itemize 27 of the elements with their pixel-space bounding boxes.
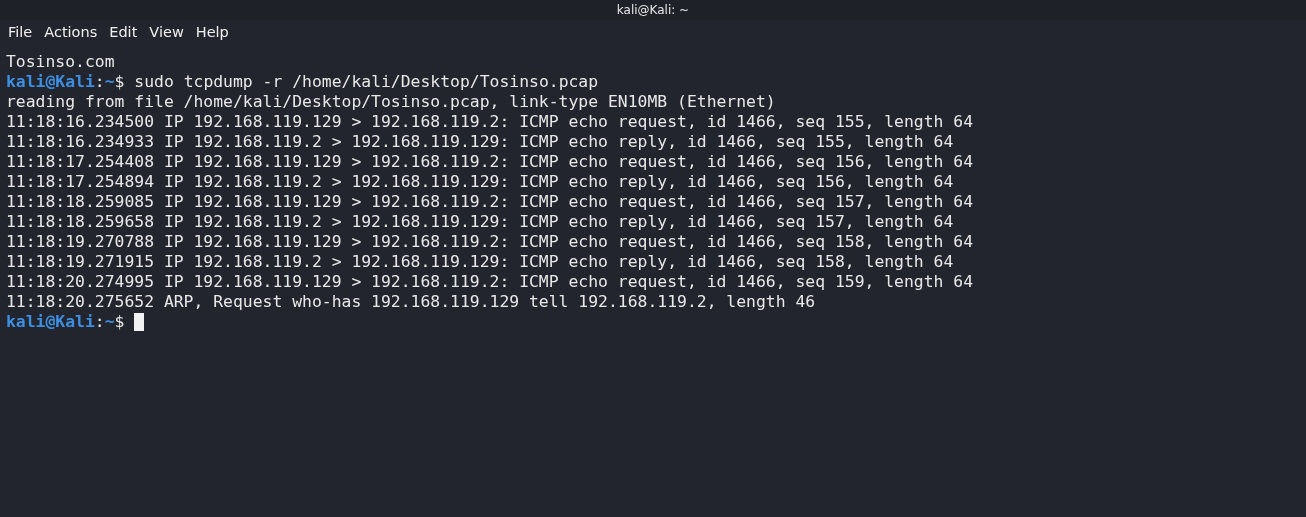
- output-line: 11:18:18.259085 IP 192.168.119.129 > 192.168.119.2: ICMP echo request, id 1466, seq 157, length 64: [6, 192, 974, 212]
- prompt-separator: :: [94, 312, 105, 332]
- output-line: 11:18:20.274995 IP 192.168.119.129 > 192.168.119.2: ICMP echo request, id 1466, seq 159, length 64: [6, 272, 974, 292]
- output-line: 11:18:19.271915 IP 192.168.119.2 > 192.168.119.129: ICMP echo reply, id 1466, seq 158, length 64: [6, 252, 954, 272]
- menu-item[interactable]: Help: [189, 24, 235, 40]
- prompt-user: kali@Kali: [6, 312, 95, 332]
- prompt-separator: :: [94, 72, 105, 92]
- output-line: 11:18:19.270788 IP 192.168.119.129 > 192.168.119.2: ICMP echo request, id 1466, seq 158, length 64: [6, 232, 974, 252]
- output-line: 11:18:17.254894 IP 192.168.119.2 > 192.168.119.129: ICMP echo reply, id 1466, seq 156, length 64: [6, 172, 954, 192]
- menu-item[interactable]: View: [143, 24, 190, 40]
- command-text: sudo tcpdump -r /home/kali/Desktop/Tosinso.pcap: [133, 72, 599, 92]
- prompt-symbol: $: [114, 72, 125, 92]
- prompt-symbol: $: [114, 312, 125, 332]
- output-line: 11:18:18.259658 IP 192.168.119.2 > 192.168.119.129: ICMP echo reply, id 1466, seq 157, length 64: [6, 212, 954, 232]
- menu-item[interactable]: Actions: [38, 24, 104, 40]
- output-line: 11:18:16.234933 IP 192.168.119.2 > 192.168.119.129: ICMP echo reply, id 1466, seq 155, length 64: [6, 132, 954, 152]
- prompt-path: ~: [104, 312, 115, 332]
- output-line: 11:18:20.275652 ARP, Request who-has 192.168.119.129 tell 192.168.119.2, length 46: [6, 292, 816, 312]
- prompt-user: kali@Kali: [6, 72, 95, 92]
- prompt-path: ~: [104, 72, 115, 92]
- output-line: Tosinso.com: [6, 52, 115, 72]
- output-line: 11:18:16.234500 IP 192.168.119.129 > 192.168.119.2: ICMP echo request, id 1466, seq 155, length 64: [6, 112, 974, 132]
- menu-item[interactable]: File: [2, 24, 39, 40]
- window-title: kali@Kali: ~: [616, 3, 690, 17]
- menu-item[interactable]: Edit: [103, 24, 144, 40]
- output-line: 11:18:17.254408 IP 192.168.119.129 > 192.168.119.2: ICMP echo request, id 1466, seq 156, length 64: [6, 152, 974, 172]
- output-line: reading from file /home/kali/Desktop/Tosinso.pcap, link-type EN10MB (Ethernet): [6, 92, 776, 112]
